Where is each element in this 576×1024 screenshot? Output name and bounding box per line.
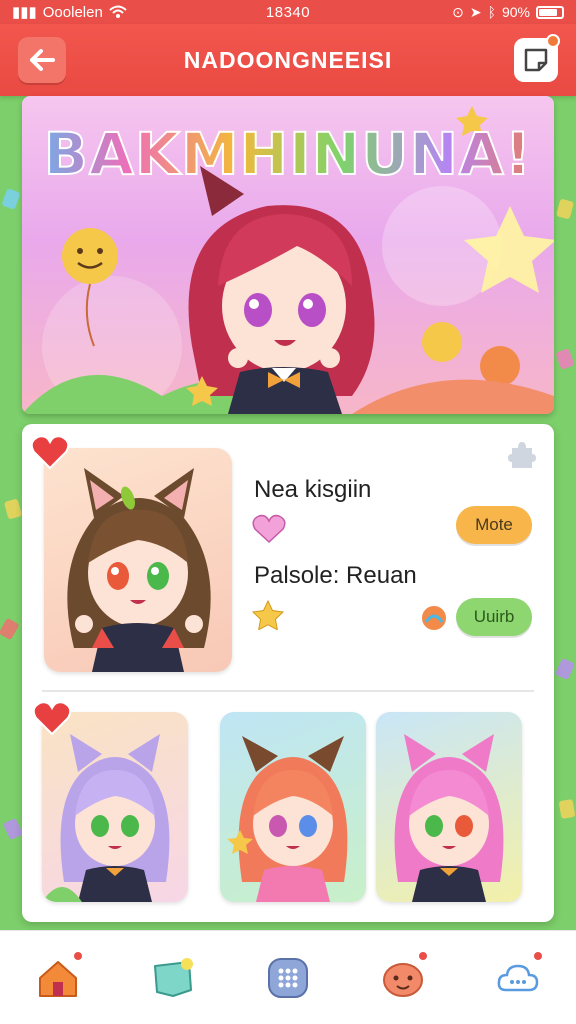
back-button[interactable] — [18, 37, 66, 83]
sticker-pack-icon — [153, 957, 193, 997]
catgirl-pink-illustration — [394, 734, 504, 902]
nav-pets[interactable] — [375, 949, 431, 1006]
nav-keypad[interactable] — [260, 950, 316, 1006]
profile-subtitle: Palsole: Reuan — [254, 562, 417, 589]
profile-name: Nea kisgiin — [254, 476, 372, 503]
battery-icon — [536, 5, 564, 19]
catgirl-lilac-illustration — [42, 734, 170, 902]
favorite-heart-icon[interactable] — [32, 700, 72, 736]
notification-badge — [417, 949, 430, 962]
hero-banner[interactable]: BAKMHINUNA! — [22, 96, 554, 414]
profile-card: Nea kisgiin Mote Palsole: Reuan Uuirb — [22, 424, 554, 922]
character-thumbnail[interactable] — [220, 712, 366, 902]
sticker-icon — [524, 48, 548, 72]
banner-title: BAKMHINUNA! — [22, 119, 554, 189]
rainbow-badge-icon — [422, 606, 446, 630]
nav-stickers[interactable] — [145, 950, 201, 1006]
back-arrow-icon — [30, 49, 55, 71]
home-icon — [38, 960, 77, 997]
catgirl-coral-illustration — [227, 736, 348, 902]
notification-badge — [71, 949, 84, 962]
puzzle-piece-icon[interactable] — [506, 440, 536, 470]
character-thumbnail[interactable] — [42, 712, 188, 902]
app-header: NADOONGNEEISI — [0, 24, 576, 96]
notification-badge — [532, 949, 545, 962]
star-icon — [252, 600, 284, 630]
profile-portrait[interactable] — [44, 448, 232, 672]
character-thumbnail[interactable] — [376, 712, 522, 902]
favorite-heart-icon[interactable] — [30, 434, 70, 470]
sticker-button[interactable] — [514, 34, 560, 82]
status-time: 18340 — [265, 3, 311, 21]
page-title: NADOONGNEEISI — [183, 46, 393, 73]
notification-badge — [546, 34, 560, 48]
catgirl-brown-illustration — [67, 468, 211, 672]
status-bar: ▮▮▮ Ooolelen 18340 ⊙ ➤ ᛒ 90% — [0, 0, 576, 24]
chat-cloud-icon — [497, 964, 539, 991]
nav-chat[interactable] — [490, 949, 546, 1006]
pet-face-icon — [383, 962, 424, 997]
section-divider — [42, 690, 534, 692]
more-button[interactable]: Mote — [456, 506, 532, 544]
nav-home[interactable] — [30, 949, 86, 1006]
bottom-nav — [0, 930, 576, 1024]
keypad-icon — [267, 957, 308, 998]
unlock-button[interactable]: Uuirb — [456, 598, 532, 636]
heart-icon — [252, 514, 286, 544]
